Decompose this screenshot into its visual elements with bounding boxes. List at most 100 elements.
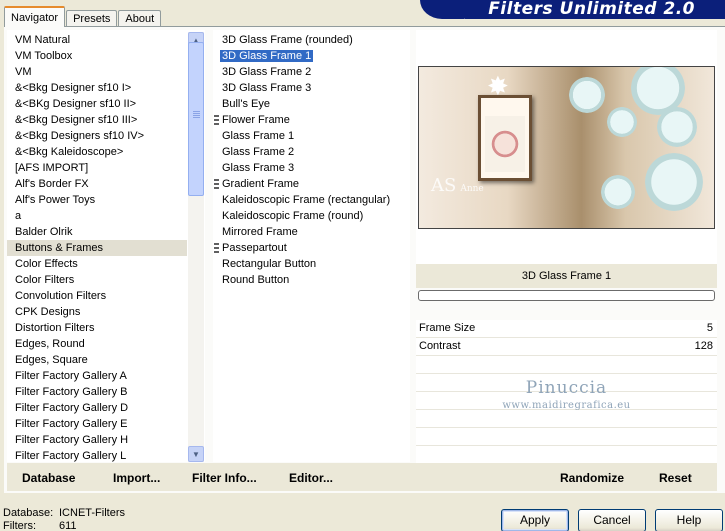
editor-button[interactable]: Editor... (289, 471, 333, 485)
filter-item-label: Glass Frame 1 (222, 130, 295, 142)
category-item[interactable]: Convolution Filters (7, 288, 187, 304)
category-item[interactable]: Filter Factory Gallery B (7, 384, 187, 400)
category-item[interactable]: Edges, Square (7, 352, 187, 368)
category-item[interactable]: VM (7, 64, 187, 80)
filter-item[interactable]: Gradient Frame (213, 176, 299, 192)
filter-item[interactable]: Glass Frame 3 (213, 160, 294, 176)
arrow-down-icon: ▼ (192, 449, 200, 459)
reset-button[interactable]: Reset (659, 471, 692, 485)
import-button[interactable]: Import... (113, 471, 160, 485)
category-item[interactable]: Color Effects (7, 256, 187, 272)
filter-item-label: 3D Glass Frame 2 (222, 66, 312, 78)
category-item[interactable]: Buttons & Frames (7, 240, 187, 256)
filter-item-label: 3D Glass Frame 1 (218, 49, 315, 63)
status-database: Database: ICNET-Filters (3, 507, 125, 519)
filter-item[interactable]: Passepartout (213, 240, 287, 256)
parameter-value: 128 (694, 340, 713, 352)
category-item[interactable]: a (7, 208, 187, 224)
category-item[interactable]: Filter Factory Gallery L (7, 448, 187, 462)
status-filters-label: Filters: (3, 520, 36, 531)
filter-item[interactable]: Round Button (213, 272, 289, 288)
category-item[interactable]: Filter Factory Gallery H (7, 432, 187, 448)
status-database-label: Database: (3, 507, 54, 519)
parameter-row-empty (416, 446, 717, 464)
parameter-row-empty (416, 410, 717, 428)
category-item[interactable]: Distortion Filters (7, 320, 187, 336)
category-item[interactable]: Edges, Round (7, 336, 187, 352)
cancel-button[interactable]: Cancel (578, 509, 646, 531)
filter-item[interactable]: 3D Glass Frame (rounded) (213, 32, 353, 48)
category-item[interactable]: VM Toolbox (7, 48, 187, 64)
category-item[interactable]: CPK Designs (7, 304, 187, 320)
tab-bar: Navigator Presets About (4, 6, 162, 27)
watermark-url: www.maidiregrafica.eu (502, 400, 631, 411)
category-marker-icon (214, 179, 219, 190)
filter-item-label: 3D Glass Frame (rounded) (222, 34, 353, 46)
category-item[interactable]: Balder Olrik (7, 224, 187, 240)
category-item[interactable]: Alf's Power Toys (7, 192, 187, 208)
category-list[interactable]: VM Natural VM Toolbox VM &<Bkg Designer sf1… (7, 30, 205, 462)
grip-icon (193, 111, 200, 119)
help-button[interactable]: Help (655, 509, 723, 531)
filter-item-label: Kaleidoscopic Frame (round) (222, 210, 364, 222)
filter-item[interactable]: Glass Frame 2 (213, 144, 294, 160)
flower-decoration (569, 77, 605, 113)
apply-button[interactable]: Apply (501, 509, 569, 531)
category-item[interactable]: [AFS IMPORT] (7, 160, 187, 176)
filter-item-label: Kaleidoscopic Frame (rectangular) (222, 194, 391, 206)
filter-item[interactable]: Rectangular Button (213, 256, 316, 272)
parameter-row[interactable]: Frame Size 5 (416, 320, 717, 338)
category-item[interactable]: &<Bkg Designer sf10 I> (7, 80, 187, 96)
signature: AS Anne (431, 175, 484, 196)
tab-presets[interactable]: Presets (66, 10, 118, 27)
category-item[interactable]: &<Bkg Designer sf10 III> (7, 112, 187, 128)
filter-item[interactable]: Kaleidoscopic Frame (rectangular) (213, 192, 390, 208)
category-marker-icon (214, 243, 219, 254)
scroll-thumb[interactable] (188, 42, 204, 196)
category-item[interactable]: VM Natural (7, 32, 187, 48)
filter-item-label: Flower Frame (222, 114, 290, 126)
filter-item-label: Glass Frame 3 (222, 162, 295, 174)
parameter-row[interactable]: Contrast 128 (416, 338, 717, 356)
filter-item[interactable]: Bull's Eye (213, 96, 270, 112)
filters-unlimited-banner: Filters Unlimited 2.0 (420, 0, 725, 19)
banner-swoosh (420, 0, 472, 19)
filter-item[interactable]: Flower Frame (213, 112, 290, 128)
status-database-value: ICNET-Filters (59, 507, 125, 519)
category-item[interactable]: Color Filters (7, 272, 187, 288)
watermark: Pinuccia www.maidiregrafica.eu (416, 378, 717, 411)
filter-item-label: Gradient Frame (222, 178, 300, 190)
category-item[interactable]: &<Bkg Designers sf10 IV> (7, 128, 187, 144)
category-item[interactable]: Filter Factory Gallery A (7, 368, 187, 384)
flower-decoration (645, 153, 703, 211)
category-item[interactable]: &<Bkg Kaleidoscope> (7, 144, 187, 160)
scroll-down-button[interactable]: ▼ (188, 446, 204, 462)
filter-item[interactable]: Glass Frame 1 (213, 128, 294, 144)
filter-item[interactable]: Kaleidoscopic Frame (round) (213, 208, 363, 224)
category-scrollbar[interactable]: ▲ ▼ (188, 32, 204, 462)
category-item[interactable]: Filter Factory Gallery E (7, 416, 187, 432)
filter-item[interactable]: Mirrored Frame (213, 224, 298, 240)
tab-navigator[interactable]: Navigator (4, 6, 66, 27)
tab-about[interactable]: About (118, 10, 162, 27)
filter-item[interactable]: 3D Glass Frame 2 (213, 64, 311, 80)
filter-item-label: Bull's Eye (222, 98, 270, 110)
randomize-button[interactable]: Randomize (560, 471, 624, 485)
filter-item[interactable]: 3D Glass Frame 1 (213, 48, 315, 64)
filter-item-label: Rectangular Button (222, 258, 317, 270)
filter-list[interactable]: 3D Glass Frame (rounded) 3D Glass Frame 1… (213, 30, 410, 462)
parameter-label: Contrast (419, 340, 461, 352)
category-item[interactable]: Filter Factory Gallery D (7, 400, 187, 416)
framed-picture (478, 95, 532, 181)
flower-decoration (657, 107, 697, 147)
database-button[interactable]: Database (22, 471, 75, 485)
filter-info-button[interactable]: Filter Info... (192, 471, 257, 485)
parameter-row-empty (416, 356, 717, 374)
filter-item[interactable]: 3D Glass Frame 3 (213, 80, 311, 96)
filter-item-label: 3D Glass Frame 3 (222, 82, 312, 94)
status-filters: Filters: 611 (3, 520, 77, 531)
category-item[interactable]: &<BKg Designer sf10 II> (7, 96, 187, 112)
parameter-label: Frame Size (419, 322, 476, 334)
category-item[interactable]: Alf's Border FX (7, 176, 187, 192)
progress-bar (418, 290, 715, 301)
